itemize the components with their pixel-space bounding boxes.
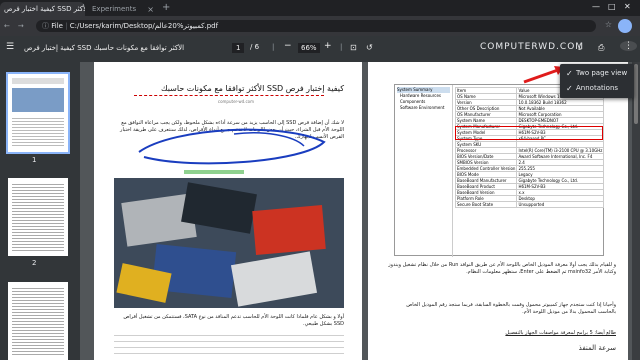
pdf-page-2: System Summary Hardware Resources Compon…: [368, 62, 628, 360]
section-subheading: سرعة المنفذ: [578, 344, 616, 352]
avatar[interactable]: [618, 19, 632, 33]
url-text: C:/Users/karim/Desktop/كمبيوتر%20عالم.pd…: [69, 22, 219, 30]
thumbnail-sidebar: 1 2: [0, 62, 80, 360]
paragraph: وأحيانا إذا كنت ستجدم جهاز كمبيوتر محمول…: [406, 302, 616, 315]
table-cell-item: Secure Boot State: [454, 201, 518, 208]
zoom-in-icon[interactable]: +: [324, 41, 332, 51]
forward-icon[interactable]: →: [18, 22, 24, 30]
see-also-link[interactable]: طالع أيضا: 5 برامج لمعرفة مواصفات الجهاز…: [428, 330, 616, 337]
scheme-label: File: [51, 22, 63, 30]
rotate-icon[interactable]: ↺: [366, 43, 373, 52]
tab-title: Experiments: [92, 5, 137, 13]
table-cell-value: Unsupported: [516, 201, 605, 208]
tab-experiments[interactable]: Experiments ×: [88, 2, 158, 16]
print-icon[interactable]: ⎙: [598, 43, 604, 53]
watermark-text: COMPUTERWD.COM: [480, 42, 585, 52]
thumbnail-page-2[interactable]: [8, 178, 68, 256]
minimize-icon[interactable]: —: [592, 2, 600, 11]
zoom-input[interactable]: 66%: [298, 43, 320, 53]
table-cell-item: Embedded Controller Version: [454, 165, 518, 172]
fit-page-icon[interactable]: ⊡: [350, 43, 357, 52]
menu-icon[interactable]: ☰: [6, 42, 14, 52]
tree-item: Software Environment: [400, 105, 445, 110]
menu-item-annotations[interactable]: ✓ Annotations: [566, 82, 618, 94]
bookmark-star-icon[interactable]: ☆: [605, 20, 612, 29]
blue-annotation-scribble: [138, 128, 326, 165]
paragraph: و للقيام بذلك يجب أولا معرفة الموديل الخ…: [388, 262, 616, 275]
thumbnail-label: 1: [32, 156, 37, 164]
table-cell-value: Award Software International, Inc. F4: [516, 153, 605, 160]
page-number-input[interactable]: 1: [232, 43, 245, 53]
highlight-box: [455, 126, 603, 140]
file-icon: ⓘ: [42, 22, 49, 30]
thumbnail-page-3[interactable]: [8, 282, 68, 360]
menu-item-label: Two page view: [576, 69, 628, 77]
msinfo-screenshot: System Summary Hardware Resources Compon…: [394, 84, 605, 257]
table-row: BIOS Version/Date Award Software Internat…: [454, 153, 605, 160]
system-info-table: Item Value OS Name Microsoft Windows 10 P…: [454, 87, 605, 208]
checkmark-icon: ✓: [566, 83, 573, 93]
page-heading: كيفية إختبار فرص SSD الأكثر توافقا مع مك…: [161, 84, 344, 93]
divider: |: [272, 43, 275, 51]
tab-title: كيفية اختبار فرص SSD الأكثر: [4, 5, 85, 13]
url-field[interactable]: ⓘ File | C:/Users/karim/Desktop/كمبيوتر%…: [36, 20, 596, 32]
menu-item-two-page-view[interactable]: ✓ Two page view: [566, 67, 627, 79]
table-row: Secure Boot State Unsupported: [454, 201, 605, 208]
more-options-icon[interactable]: ⋮: [620, 41, 637, 51]
tab-bar: كيفية اختبار فرص SSD الأكثر × Experiment…: [0, 0, 640, 16]
table-cell-value: Intel(R) Core(TM) i3-2100 CPU @ 3.10GHz: [516, 147, 605, 154]
divider: |: [340, 43, 343, 51]
byline: computer-wd.com: [217, 99, 254, 104]
back-icon[interactable]: ←: [4, 22, 10, 30]
ssd-photo: [114, 178, 344, 308]
close-window-icon[interactable]: ✕: [624, 2, 631, 11]
page-total: / 6: [250, 43, 260, 51]
document-title: الأكثر توافقا مع مكونات حاسبك SSD كيفية …: [24, 44, 185, 52]
menu-item-label: Annotations: [576, 84, 619, 92]
address-bar: ← → ⓘ File | C:/Users/karim/Desktop/كمبي…: [0, 16, 640, 36]
tab-pdf[interactable]: كيفية اختبار فرص SSD الأكثر ×: [0, 2, 85, 16]
new-tab-icon[interactable]: +: [162, 2, 170, 13]
close-icon[interactable]: ×: [147, 5, 154, 14]
caption-text: أولا و بشكل عام فلماذا كانت اللوحة الأم …: [123, 314, 344, 327]
more-options-menu: ✓ Two page view ✓ Annotations: [560, 64, 634, 98]
thumbnail-page-1[interactable]: [6, 72, 70, 154]
zoom-out-icon[interactable]: −: [284, 41, 292, 51]
checkmark-icon: ✓: [566, 68, 573, 78]
maximize-icon[interactable]: □: [608, 2, 616, 11]
thumbnail-label: 2: [32, 259, 37, 267]
pdf-page-1: كيفية إختبار فرص SSD الأكثر توافقا مع مك…: [94, 62, 362, 360]
scrollbar-thumb[interactable]: [634, 64, 638, 124]
